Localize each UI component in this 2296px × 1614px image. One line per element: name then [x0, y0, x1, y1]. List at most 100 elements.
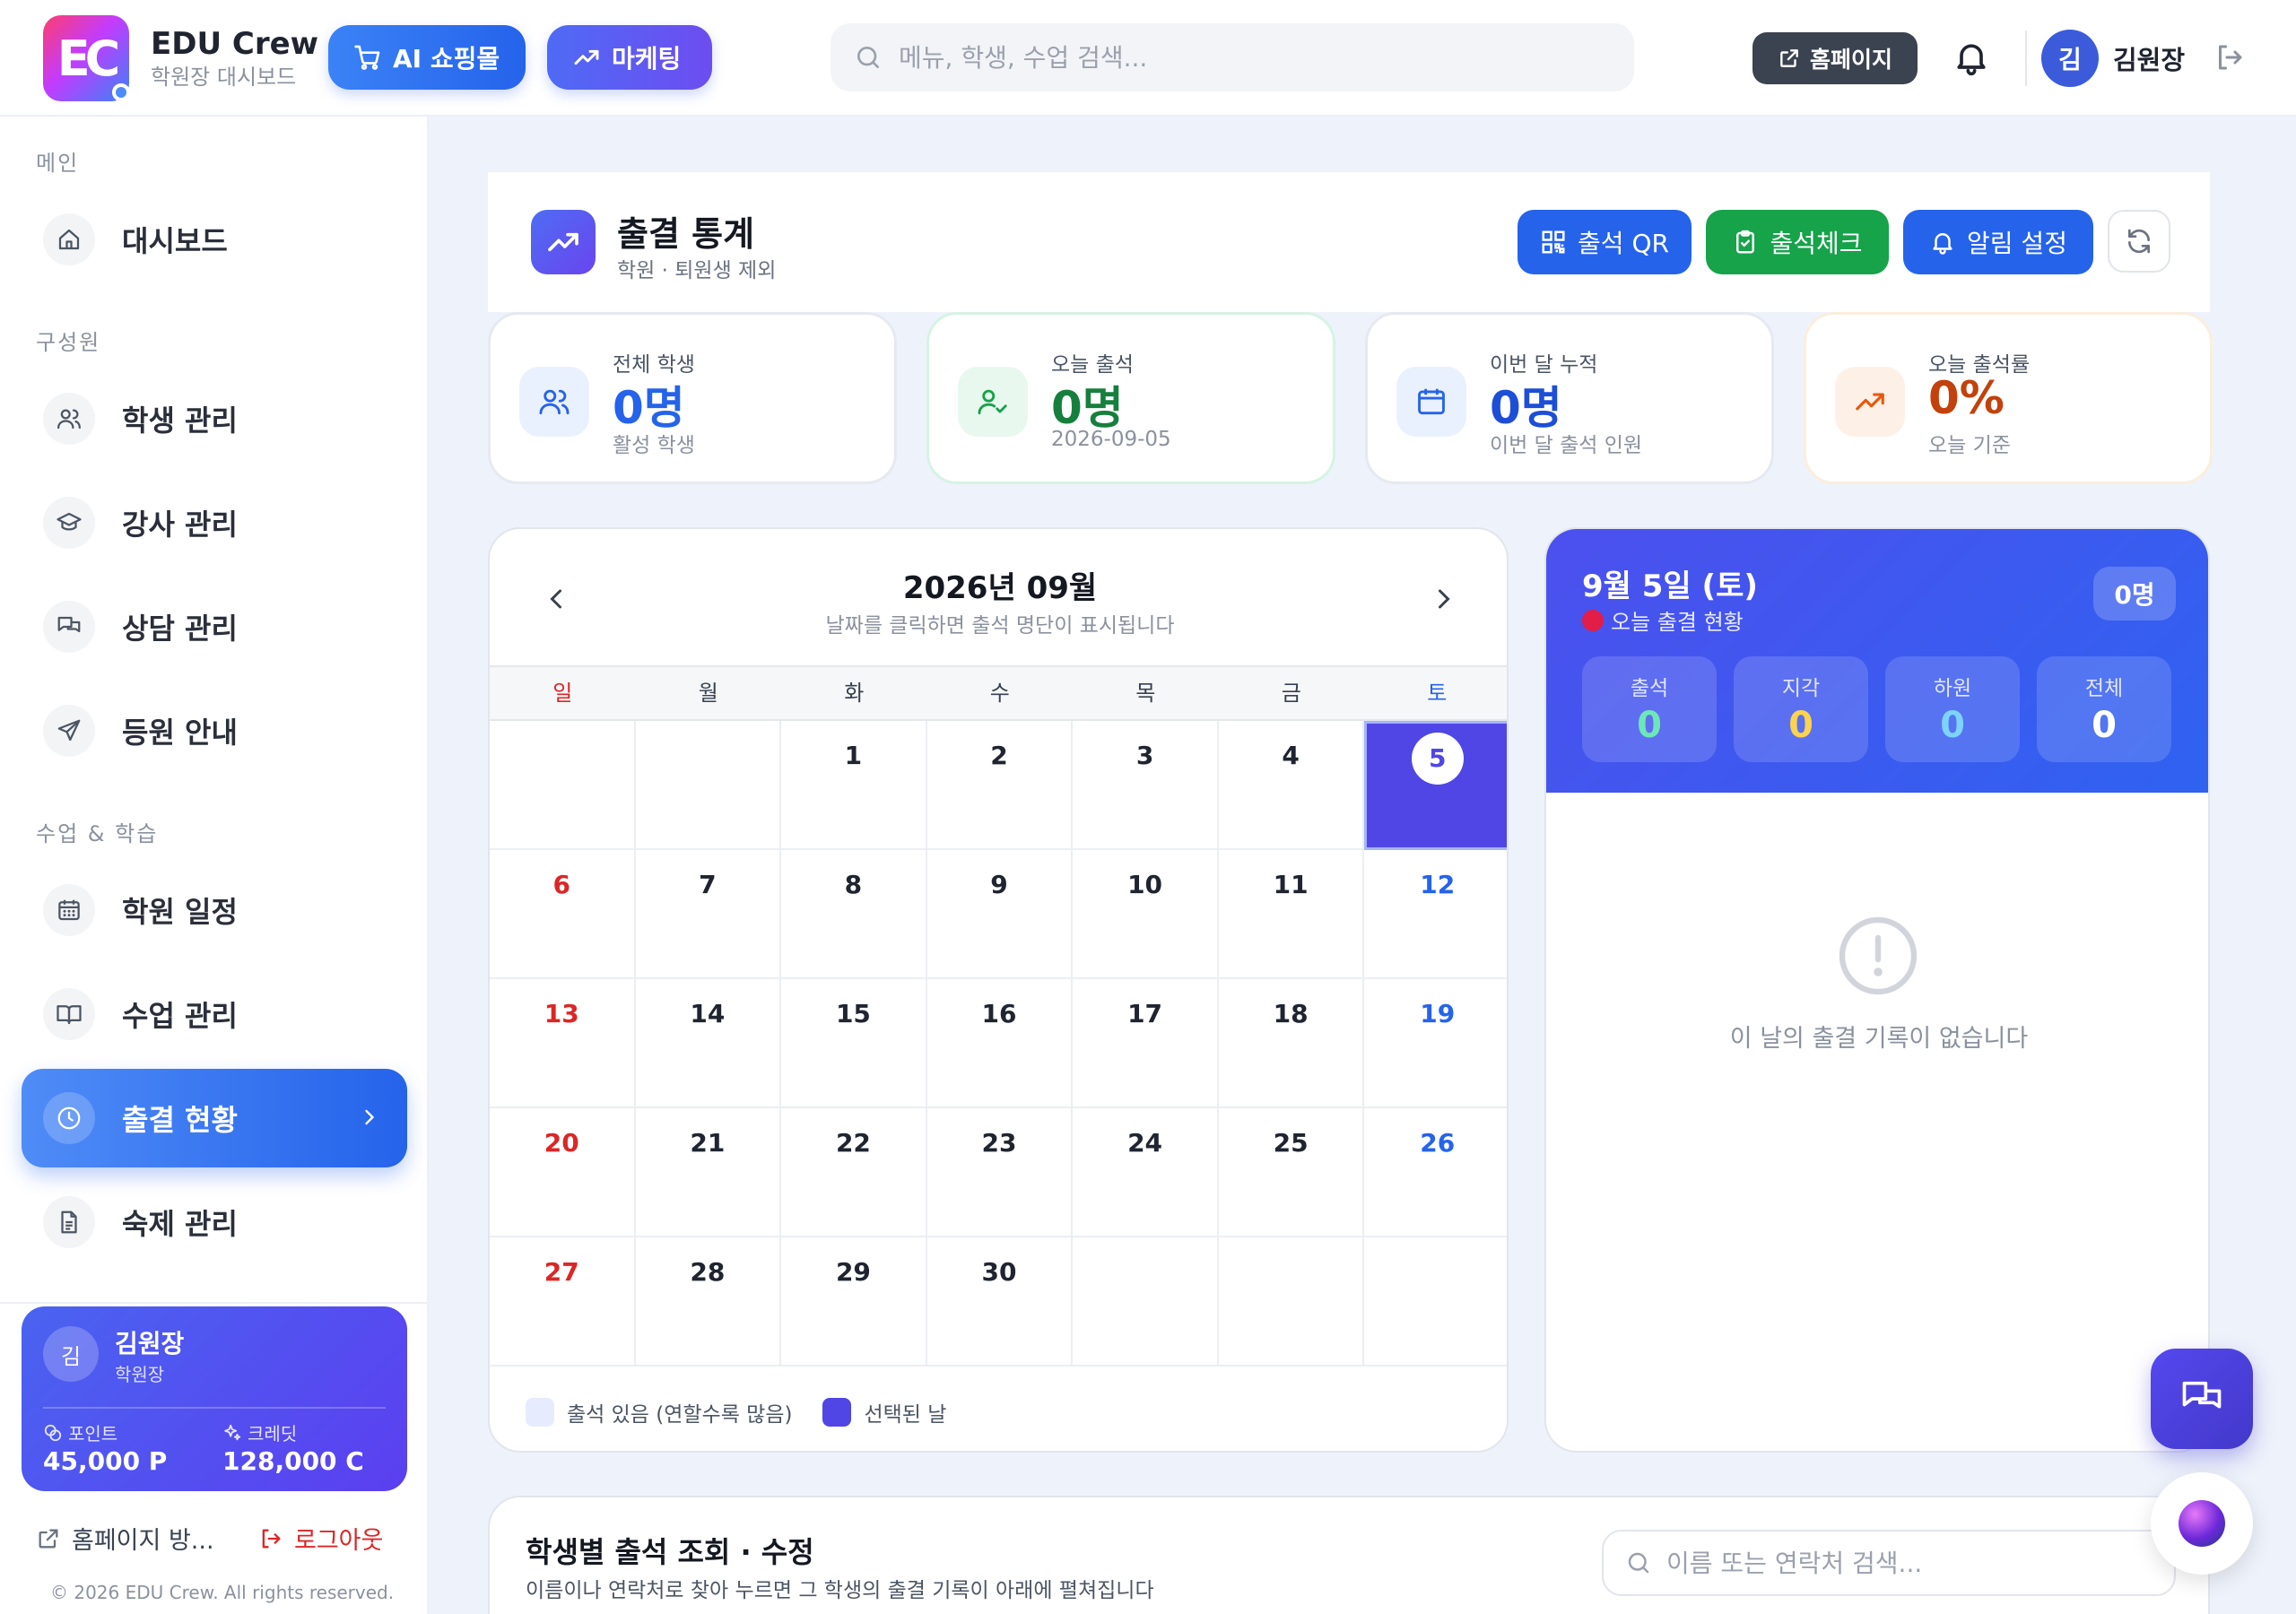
alarm-settings-button[interactable]: 알림 설정: [1903, 210, 2093, 274]
calendar-day[interactable]: 24: [1073, 1108, 1219, 1237]
ai-shop-button[interactable]: AI 쇼핑몰: [328, 25, 526, 90]
stat-total-students: 전체 학생 0명 활성 학생: [488, 312, 897, 484]
calendar-day[interactable]: 4: [1218, 721, 1365, 850]
marketing-button[interactable]: 마케팅: [547, 25, 712, 90]
calendar-day[interactable]: 20: [490, 1108, 636, 1237]
sidebar-item-label: 출결 현황: [122, 1103, 238, 1137]
day-detail-subtitle: 오늘 출결 현황: [1582, 604, 1744, 636]
chat-fab-button[interactable]: [2151, 1349, 2253, 1449]
calendar-day-number: 29: [835, 1257, 871, 1287]
global-search[interactable]: [831, 23, 1634, 91]
summary-value: 0: [1788, 705, 1813, 746]
calendar-day-number: 9: [990, 870, 1008, 899]
sidebar-item-schedule[interactable]: 학원 일정: [22, 861, 407, 959]
sidebar-item-attendance[interactable]: 출결 현황: [22, 1069, 407, 1167]
attendance-qr-button[interactable]: 출석 QR: [1518, 210, 1692, 274]
calendar-day-number: 28: [690, 1257, 726, 1287]
credit-value: 128,000 C: [222, 1446, 364, 1476]
clock-icon: [43, 1092, 95, 1144]
calendar-day[interactable]: 2: [926, 721, 1074, 850]
sidebar-item-dashboard[interactable]: 대시보드: [22, 190, 407, 289]
users-icon: [43, 393, 95, 445]
trending-up-icon: [1835, 367, 1905, 437]
calendar-day[interactable]: 1: [781, 721, 927, 850]
calendar-day[interactable]: 28: [635, 1237, 782, 1367]
calendar-day[interactable]: 14: [635, 979, 782, 1108]
search-icon: [854, 43, 883, 72]
brand-subtitle: 학원장 대시보드: [151, 65, 297, 90]
homepage-button[interactable]: 홈페이지: [1752, 32, 1918, 84]
file-text-icon: [43, 1196, 95, 1248]
calendar-day-number: 20: [544, 1128, 579, 1158]
calendar-day[interactable]: 12: [1364, 850, 1507, 979]
student-search[interactable]: [1602, 1530, 2176, 1596]
calendar-day[interactable]: 17: [1073, 979, 1219, 1108]
notification-bell-icon[interactable]: [1952, 38, 1991, 77]
calendar-day[interactable]: 25: [1218, 1108, 1365, 1237]
sidebar-item-classes[interactable]: 수업 관리: [22, 965, 407, 1063]
calendar-day[interactable]: 19: [1364, 979, 1507, 1108]
homepage-visit-link[interactable]: 홈페이지 방...: [36, 1521, 214, 1556]
calendar-day[interactable]: 9: [926, 850, 1074, 979]
calendar-day[interactable]: 8: [781, 850, 927, 979]
calendar-day[interactable]: 18: [1218, 979, 1365, 1108]
calendar-day-number: 7: [699, 870, 717, 899]
sidebar-item-students[interactable]: 학생 관리: [22, 369, 407, 468]
calendar-day-number: 22: [835, 1128, 871, 1158]
calendar-day[interactable]: 6: [490, 850, 636, 979]
calendar-day[interactable]: 21: [635, 1108, 782, 1237]
sidebar-item-label: 수업 관리: [122, 999, 238, 1033]
calendar-day[interactable]: 26: [1364, 1108, 1507, 1237]
logout-icon[interactable]: [2213, 41, 2246, 74]
stat-note: 오늘 기준: [1928, 434, 2011, 457]
sidebar-item-label: 등원 안내: [122, 716, 238, 750]
calendar-day[interactable]: 27: [490, 1237, 636, 1367]
refresh-button[interactable]: [2108, 210, 2170, 273]
calendar-day[interactable]: 23: [926, 1108, 1074, 1237]
calendar-day-number: 17: [1127, 999, 1163, 1028]
clipboard-check-icon: [1732, 229, 1759, 256]
weekday-label: 목: [1135, 681, 1156, 706]
calendar-day-number: 14: [690, 999, 726, 1028]
calendar-day[interactable]: 10: [1073, 850, 1219, 979]
calendar-empty-cell: [1364, 1237, 1507, 1367]
calendar-day[interactable]: 29: [781, 1237, 927, 1367]
stat-note: 2026-09-05: [1051, 428, 1171, 451]
calendar-day[interactable]: 30: [926, 1237, 1074, 1367]
book-open-icon: [43, 988, 95, 1040]
profile-card: 김 김원장 학원장 포인트 45,000 P 크레딧 128,000 C: [22, 1306, 407, 1491]
legend-selected-label: 선택된 날: [864, 1403, 947, 1427]
logout-label: 로그아웃: [294, 1527, 384, 1555]
calendar-day[interactable]: 16: [926, 979, 1074, 1108]
points-label: 포인트: [68, 1423, 118, 1445]
global-search-input[interactable]: [899, 42, 1526, 73]
calendar-day[interactable]: 7: [635, 850, 782, 979]
chevron-right-icon[interactable]: [1428, 583, 1460, 615]
copyright: © 2026 EDU Crew. All rights reserved.: [50, 1582, 395, 1603]
attendance-check-button[interactable]: 출석체크: [1706, 210, 1889, 274]
calendar-day[interactable]: 3: [1073, 721, 1219, 850]
logo-status-dot: [112, 83, 130, 101]
calendar-day-number: 3: [1135, 741, 1154, 770]
sidebar-item-consulting[interactable]: 상담 관리: [22, 577, 407, 676]
student-card-subtitle: 이름이나 연락처로 찾아 누르면 그 학생의 출결 기록이 아래에 펼쳐집니다: [526, 1579, 1154, 1602]
send-icon: [43, 705, 95, 757]
calendar-day[interactable]: 11: [1218, 850, 1365, 979]
calendar-day[interactable]: 15: [781, 979, 927, 1108]
calendar-day[interactable]: 5: [1364, 721, 1507, 850]
sidebar-logout-button[interactable]: 로그아웃: [258, 1521, 383, 1556]
ai-shop-label: AI 쇼핑몰: [393, 44, 500, 74]
calendar-day[interactable]: 13: [490, 979, 636, 1108]
student-search-input[interactable]: [1666, 1548, 2133, 1578]
section-main: 메인: [36, 151, 80, 176]
ai-assistant-button[interactable]: [2151, 1472, 2253, 1575]
calendar-icon: [43, 884, 95, 936]
sidebar-item-arrival-notice[interactable]: 등원 안내: [22, 681, 407, 780]
top-header: EC EDU Crew 학원장 대시보드 AI 쇼핑몰 마케팅 홈페이지 김 김…: [0, 0, 2296, 117]
user-name[interactable]: 김원장: [2113, 39, 2185, 77]
calendar-day[interactable]: 22: [781, 1108, 927, 1237]
sidebar-item-instructors[interactable]: 강사 관리: [22, 473, 407, 572]
user-avatar[interactable]: 김: [2041, 30, 2099, 87]
alarm-settings-label: 알림 설정: [1967, 229, 2067, 258]
sidebar-item-homework[interactable]: 숙제 관리: [22, 1173, 407, 1271]
